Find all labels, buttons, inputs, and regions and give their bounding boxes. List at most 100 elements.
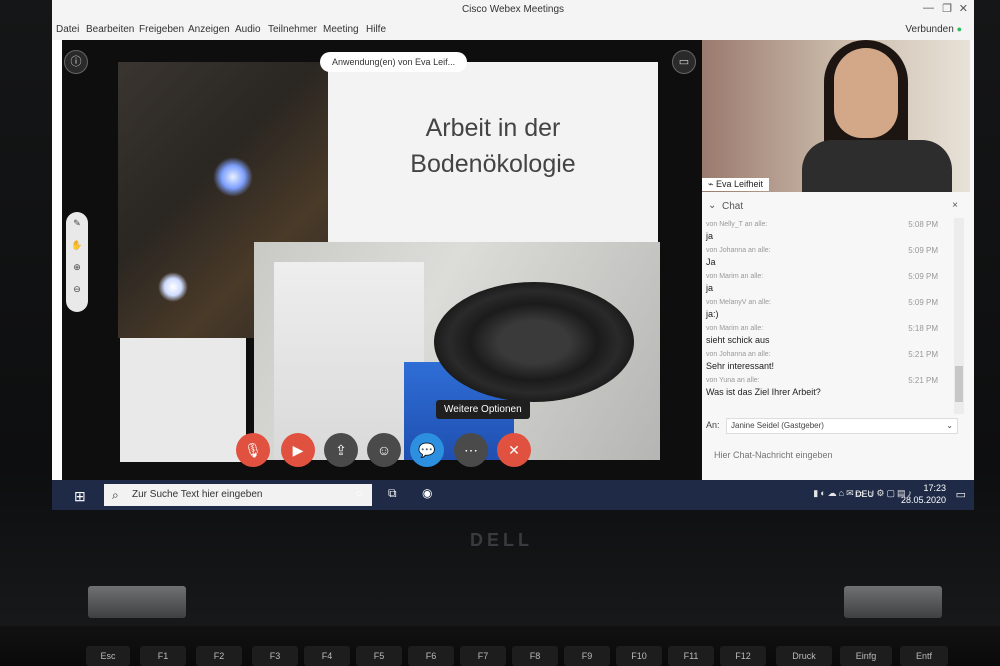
- menu-freigeben[interactable]: Freigeben: [139, 24, 184, 35]
- webex-taskbar-icon[interactable]: ◉: [422, 486, 432, 500]
- menu-audio[interactable]: Audio: [235, 24, 261, 35]
- layout-icon[interactable]: ▭: [672, 50, 696, 74]
- recipient-select[interactable]: Janine Seidel (Gastgeber) ⌄: [726, 418, 958, 434]
- chat-meta-row: von Yuna an alle: 5:21 PM: [702, 374, 952, 387]
- menu-bar: Datei Bearbeiten Freigeben Anzeigen Audi…: [52, 20, 974, 40]
- language-indicator[interactable]: DEU: [855, 489, 874, 499]
- message-sender: von Johanna an alle:: [706, 351, 771, 358]
- chat-header[interactable]: ⌄ Chat ×: [702, 196, 970, 214]
- key-f3: F3: [252, 646, 298, 666]
- message-text: Sehr interessant!: [706, 361, 775, 371]
- key-f8: F8: [512, 646, 558, 666]
- hinge-left: [88, 586, 186, 618]
- chat-message-row: Was ist das Ziel Ihrer Arbeit?: [702, 387, 952, 400]
- participant-shirt: [802, 140, 952, 192]
- key-einfg: Einfg: [840, 646, 892, 666]
- chat-scroll-thumb[interactable]: [955, 366, 963, 402]
- slide-title-line2: Bodenökologie: [410, 150, 576, 178]
- chevron-down-icon: ⌄: [708, 200, 717, 211]
- menu-hilfe[interactable]: Hilfe: [366, 24, 386, 35]
- key-esc: Esc: [86, 646, 130, 666]
- key-f1: F1: [140, 646, 186, 666]
- close-chat-icon[interactable]: ×: [952, 200, 958, 211]
- taskbar-search-placeholder: Zur Suche Text hier eingeben: [132, 489, 263, 500]
- mute-button[interactable]: 🎙: [236, 433, 270, 467]
- chat-scrollbar[interactable]: [954, 218, 964, 414]
- chat-meta-row: von Marim an alle: 5:18 PM: [702, 322, 952, 335]
- lamp-glow: [158, 272, 188, 302]
- recipient-label: An:: [706, 420, 720, 430]
- slide-panel: [120, 338, 246, 462]
- taskbar-search[interactable]: ⌕ Zur Suche Text hier eingeben: [104, 484, 372, 506]
- keyboard: Esc F1 F2 F3 F4 F5 F6 F7 F8 F9 F10 F11 F…: [0, 626, 1000, 666]
- share-stage: Arbeit in der Bodenökologie Anwendung(en…: [62, 40, 702, 480]
- close-window-button[interactable]: ✕: [959, 2, 968, 15]
- key-f6: F6: [408, 646, 454, 666]
- search-icon: ⌕: [112, 488, 119, 502]
- chat-message-row: ja: [702, 283, 952, 296]
- participant-status-icon: ⌁: [708, 179, 714, 189]
- screen: Cisco Webex Meetings — ❐ ✕ Datei Bearbei…: [52, 0, 974, 510]
- task-view-icon[interactable]: ⧉: [388, 486, 397, 501]
- chat-button[interactable]: 💬: [410, 433, 444, 467]
- message-time: 5:08 PM: [908, 220, 938, 229]
- key-f9: F9: [564, 646, 610, 666]
- message-sender: von Johanna an alle:: [706, 247, 771, 254]
- message-text: Ja: [706, 257, 716, 267]
- participant-name: Eva Leifheit: [715, 179, 763, 189]
- key-f4: F4: [304, 646, 350, 666]
- zoom-in-icon[interactable]: ⊕: [66, 256, 88, 278]
- chat-input[interactable]: [706, 445, 966, 465]
- leave-meeting-button[interactable]: ✕: [497, 433, 531, 467]
- message-time: 5:09 PM: [908, 298, 938, 307]
- message-text: Was ist das Ziel Ihrer Arbeit?: [706, 387, 821, 397]
- info-icon[interactable]: ⓘ: [64, 50, 88, 74]
- menu-anzeigen[interactable]: Anzeigen: [188, 24, 230, 35]
- participant-name-label: ⌁ Eva Leifheit: [702, 178, 769, 191]
- key-f2: F2: [196, 646, 242, 666]
- key-f7: F7: [460, 646, 506, 666]
- message-sender: von Marim an alle:: [706, 325, 764, 332]
- cortana-icon[interactable]: ○: [356, 486, 363, 500]
- chat-message-row: Ja: [702, 257, 952, 270]
- slide-title-line1: Arbeit in der: [425, 114, 561, 142]
- share-button[interactable]: ⇪: [324, 433, 358, 467]
- more-options-button[interactable]: ⋯: [454, 433, 488, 467]
- notification-icon[interactable]: ▭: [956, 488, 966, 501]
- chevron-down-icon: ⌄: [946, 421, 953, 430]
- zoom-out-icon[interactable]: ⊖: [66, 278, 88, 300]
- menu-teilnehmer[interactable]: Teilnehmer: [268, 24, 317, 35]
- message-time: 5:09 PM: [908, 272, 938, 281]
- video-button[interactable]: ▶: [281, 433, 315, 467]
- message-text: ja:): [706, 309, 719, 319]
- dell-logo: DELL: [470, 530, 533, 550]
- pointer-tool-icon[interactable]: ✎: [66, 212, 88, 234]
- key-f11: F11: [668, 646, 714, 666]
- key-f5: F5: [356, 646, 402, 666]
- chat-meta-row: von Johanna an alle: 5:09 PM: [702, 244, 952, 257]
- chat-title: Chat: [722, 201, 744, 212]
- participant-video: ⌁ Eva Leifheit: [702, 40, 970, 192]
- message-time: 5:18 PM: [908, 324, 938, 333]
- message-text: ja: [706, 283, 714, 293]
- menu-meeting[interactable]: Meeting: [323, 24, 359, 35]
- message-time: 5:09 PM: [908, 246, 938, 255]
- status-dot-icon: ●: [956, 24, 962, 34]
- taskbar-clock[interactable]: 17:23 28.05.2020: [901, 482, 946, 506]
- clock-date: 28.05.2020: [900, 495, 946, 505]
- menu-bearbeiten[interactable]: Bearbeiten: [86, 24, 134, 35]
- maximize-button[interactable]: ❐: [942, 2, 952, 15]
- message-text: sieht schick aus: [706, 335, 770, 345]
- minimize-button[interactable]: —: [923, 2, 934, 14]
- chat-messages: von Nelly_T an alle: 5:08 PM ja von Johan…: [702, 218, 952, 400]
- menu-datei[interactable]: Datei: [56, 24, 79, 35]
- message-sender: von MelanyV an alle:: [706, 299, 771, 306]
- hinge-right: [844, 586, 942, 618]
- shared-app-tab[interactable]: Anwendung(en) von Eva Leif...: [320, 52, 468, 72]
- windows-start-icon[interactable]: ⊞: [74, 488, 86, 505]
- key-druck: Druck: [776, 646, 832, 666]
- connection-status-label: Verbunden: [905, 24, 954, 35]
- participants-button[interactable]: ☺: [367, 433, 401, 467]
- title-bar: Cisco Webex Meetings — ❐ ✕: [52, 0, 974, 20]
- hand-tool-icon[interactable]: ✋: [66, 234, 88, 256]
